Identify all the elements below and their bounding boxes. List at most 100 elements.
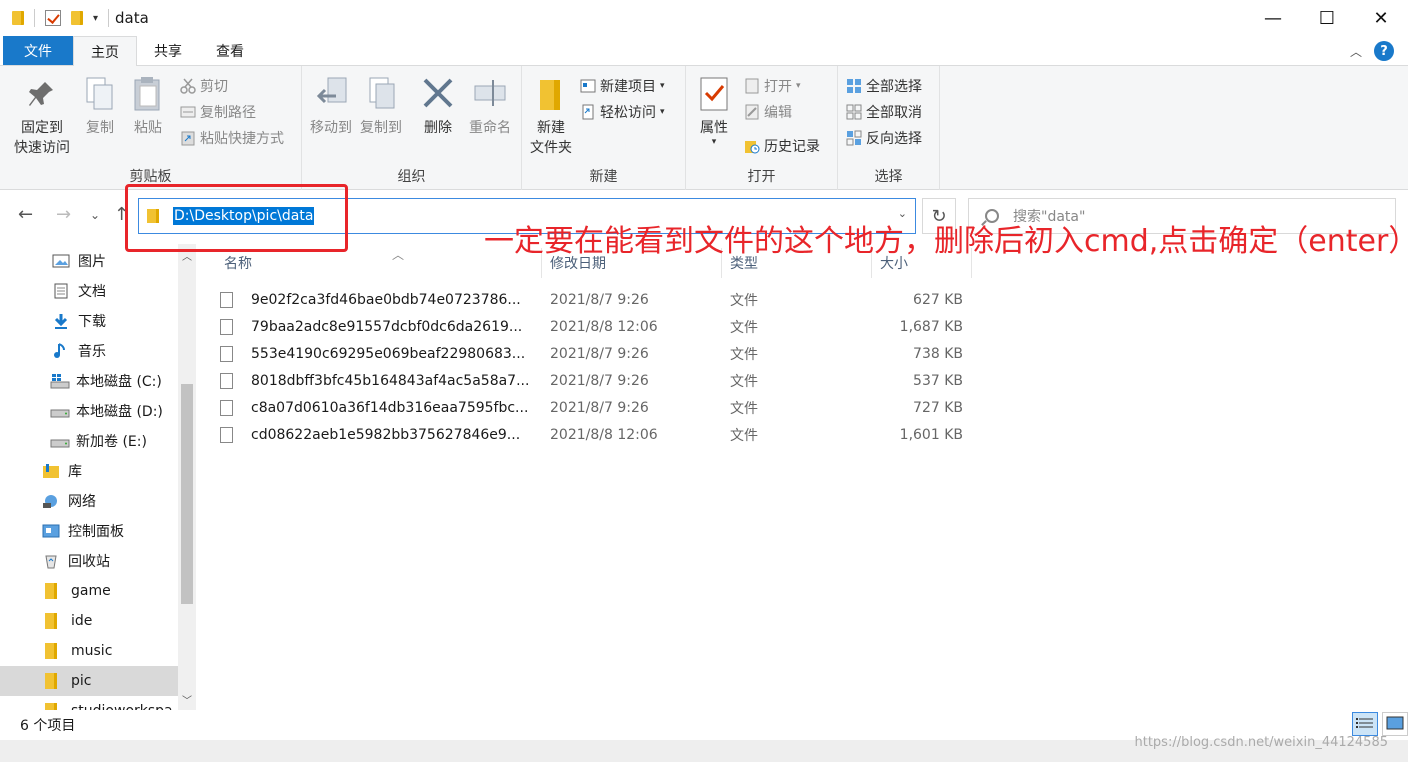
close-button[interactable]: ✕: [1354, 0, 1408, 36]
customize-toolbar-dropdown-icon[interactable]: ▾: [93, 13, 98, 24]
nav-label: 文档: [78, 284, 106, 300]
nav-item-documents[interactable]: 文档: [0, 276, 178, 306]
nav-item-control-panel[interactable]: 控制面板: [0, 516, 178, 546]
download-arrow-icon: [52, 313, 70, 329]
maximize-button[interactable]: ☐: [1300, 0, 1354, 36]
easy-access-button[interactable]: 轻松访问 ▾: [580, 102, 665, 122]
new-group: 新建 文件夹 新建项目 ▾ 轻松访问 ▾ 新建: [522, 66, 686, 190]
address-dropdown-icon[interactable]: ⌄: [898, 207, 907, 220]
pin-label-line1: 固定到: [21, 120, 63, 136]
nav-label: 音乐: [78, 344, 106, 360]
file-row[interactable]: 9e02f2ca3fd46bae0bdb74e0723786... 2021/8…: [220, 286, 980, 313]
new-folder-button[interactable]: 新建 文件夹: [528, 76, 574, 158]
file-size: 627 KB: [913, 291, 963, 308]
large-icons-view-button[interactable]: [1382, 712, 1408, 736]
nav-label: 网络: [68, 494, 96, 510]
file-row[interactable]: cd08622aeb1e5982bb375627846e9... 2021/8/…: [220, 421, 980, 448]
new-folder-quick-icon[interactable]: [71, 11, 83, 25]
nav-item-folder-music[interactable]: music: [0, 636, 178, 666]
rename-icon: [473, 76, 507, 114]
rename-button[interactable]: 重命名: [464, 76, 516, 138]
edit-button[interactable]: 编辑: [744, 102, 792, 122]
nav-item-network[interactable]: 网络: [0, 486, 178, 516]
column-name-label: 名称: [224, 256, 252, 272]
nav-label: music: [71, 643, 113, 659]
tab-share[interactable]: 共享: [137, 36, 199, 65]
select-all-button[interactable]: 全部选择: [846, 76, 922, 96]
file-date: 2021/8/7 9:26: [550, 345, 649, 362]
nav-item-music[interactable]: 音乐: [0, 336, 178, 366]
history-icon: [744, 138, 760, 154]
invert-selection-button[interactable]: 反向选择: [846, 128, 922, 148]
toolbar-divider: [34, 9, 35, 27]
history-label: 历史记录: [764, 139, 820, 155]
nav-item-drive-e[interactable]: 新加卷 (E:): [0, 426, 178, 456]
nav-item-downloads[interactable]: 下载: [0, 306, 178, 336]
back-arrow-icon[interactable]: ←: [18, 204, 33, 225]
select-none-button[interactable]: 全部取消: [846, 102, 922, 122]
nav-item-drive-d[interactable]: 本地磁盘 (D:): [0, 396, 178, 426]
file-row[interactable]: 79baa2adc8e91557dcbf0dc6da2619... 2021/8…: [220, 313, 980, 340]
details-view-icon: [1356, 718, 1373, 728]
nav-label: 下载: [78, 314, 106, 330]
folder-icon: [45, 583, 57, 599]
recent-locations-chevron-icon[interactable]: ⌄: [90, 208, 100, 222]
scissors-icon: [180, 78, 196, 94]
nav-item-folder-pic[interactable]: pic: [0, 666, 178, 696]
folder-icon: [45, 673, 57, 689]
file-icon: [220, 372, 233, 389]
collapse-ribbon-icon[interactable]: ︿: [1350, 43, 1362, 60]
tab-file[interactable]: 文件: [3, 36, 73, 65]
new-folder-icon: [534, 76, 568, 114]
tab-home[interactable]: 主页: [73, 36, 137, 66]
open-button[interactable]: 打开 ▾: [744, 76, 801, 96]
nav-item-folder-game[interactable]: game: [0, 576, 178, 606]
details-view-button[interactable]: [1352, 712, 1378, 736]
pin-quick-access-button[interactable]: 固定到 快速访问: [10, 76, 74, 158]
new-item-button[interactable]: 新建项目 ▾: [580, 76, 665, 96]
open-label: 打开: [764, 79, 792, 95]
window-title: data: [115, 9, 149, 27]
toolbar-divider: [108, 9, 110, 27]
delete-button[interactable]: 删除: [418, 76, 458, 138]
drive-icon: [50, 403, 70, 419]
ribbon-tab-bar: 文件 主页 共享 查看 ︿ ?: [0, 36, 1408, 66]
copy-icon: [83, 76, 117, 114]
scrollbar-thumb[interactable]: [181, 384, 193, 604]
file-row[interactable]: 553e4190c69295e069beaf22980683... 2021/8…: [220, 340, 980, 367]
cut-button[interactable]: 剪切: [180, 76, 228, 96]
select-none-icon: [846, 104, 862, 120]
scroll-down-icon[interactable]: ﹀: [182, 692, 192, 707]
paste-button[interactable]: 粘贴: [128, 76, 168, 138]
control-panel-icon: [42, 523, 60, 539]
nav-label: game: [71, 583, 111, 599]
paste-shortcut-button[interactable]: 粘贴快捷方式: [180, 128, 284, 148]
properties-quick-icon[interactable]: [45, 10, 61, 26]
nav-item-folder-ide[interactable]: ide: [0, 606, 178, 636]
move-to-button[interactable]: 移动到: [308, 76, 354, 138]
nav-item-libraries[interactable]: 库: [0, 456, 178, 486]
help-icon[interactable]: ?: [1374, 41, 1394, 61]
forward-arrow-icon[interactable]: →: [56, 204, 71, 225]
recycle-bin-icon: [42, 553, 60, 569]
copy-button[interactable]: 复制: [80, 76, 120, 138]
tab-view[interactable]: 查看: [199, 36, 261, 65]
copy-to-button[interactable]: 复制到: [358, 76, 404, 138]
file-row[interactable]: c8a07d0610a36f14db316eaa7595fbc... 2021/…: [220, 394, 980, 421]
file-date: 2021/8/8 12:06: [550, 318, 658, 335]
properties-button[interactable]: 属性 ▾: [694, 76, 734, 147]
windows-drive-icon: [50, 373, 70, 389]
minimize-button[interactable]: —: [1246, 0, 1300, 36]
nav-item-recycle-bin[interactable]: 回收站: [0, 546, 178, 576]
history-button[interactable]: 历史记录: [744, 136, 820, 156]
edit-label: 编辑: [764, 105, 792, 121]
navigation-scrollbar[interactable]: ︿ ﹀: [178, 244, 196, 710]
file-row[interactable]: 8018dbff3bfc45b164843af4ac5a58a7... 2021…: [220, 367, 980, 394]
easy-access-dropdown-icon: ▾: [660, 107, 665, 117]
copy-path-button[interactable]: 复制路径: [180, 102, 256, 122]
nav-item-drive-c[interactable]: 本地磁盘 (C:): [0, 366, 178, 396]
nav-item-folder-studioworkspace[interactable]: studioworkspa: [0, 696, 178, 710]
new-item-label: 新建项目: [600, 79, 656, 95]
file-name: 9e02f2ca3fd46bae0bdb74e0723786...: [251, 291, 521, 308]
file-size: 727 KB: [913, 399, 963, 416]
